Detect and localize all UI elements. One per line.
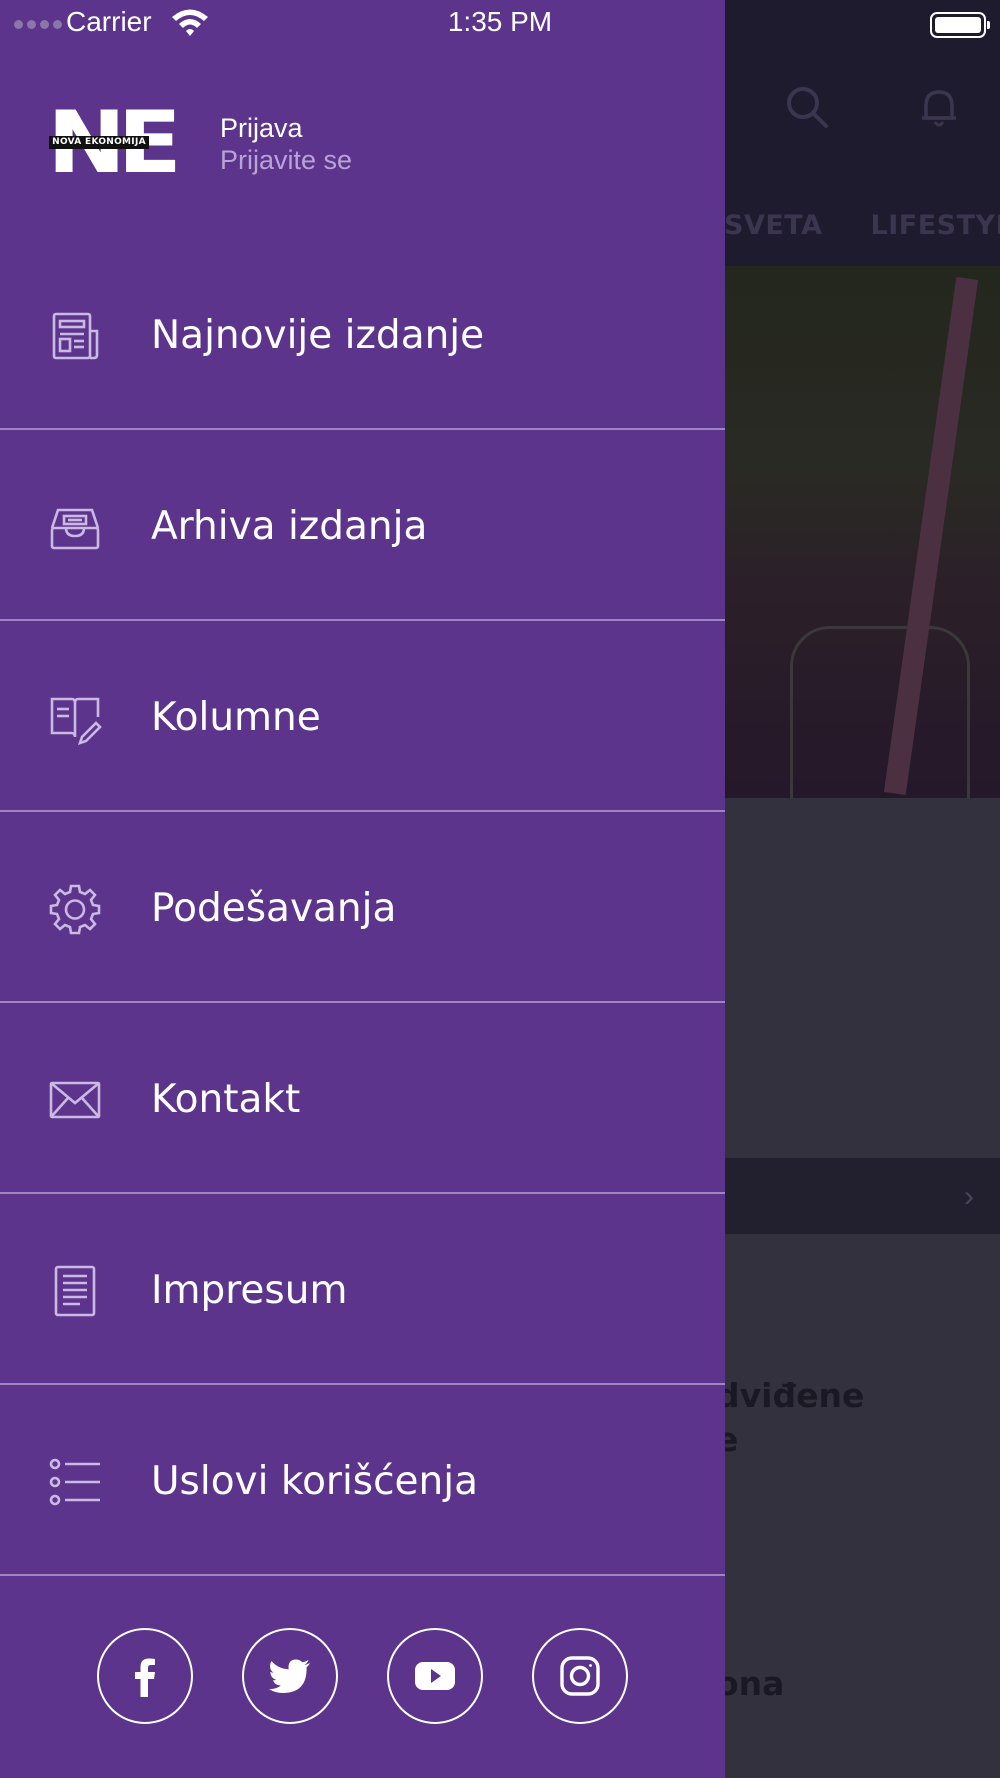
login-subtitle: Prijavite se	[220, 145, 353, 175]
side-drawer: NE NOVA EKONOMIJA Prijava Prijavite se N…	[0, 0, 725, 1778]
nova-ekonomija-logo[interactable]: NE NOVA EKONOMIJA	[47, 100, 182, 186]
youtube-icon	[415, 1662, 455, 1690]
menu-label: Kolumne	[151, 695, 321, 740]
instagram-button[interactable]	[532, 1628, 628, 1724]
menu-label: Arhiva izdanja	[151, 504, 428, 549]
menu-label: Uslovi korišćenja	[151, 1459, 479, 1504]
column-edit-icon	[50, 697, 102, 745]
drawer-menu: Najnovije izdanje Arhiva izdanja Kolumne	[0, 239, 725, 1576]
tab-lifestyle[interactable]: LIFESTYL	[871, 210, 1000, 241]
newspaper-icon	[52, 312, 99, 360]
search-icon[interactable]	[784, 84, 830, 130]
menu-label: Najnovije izdanje	[151, 313, 485, 358]
status-bar: Carrier 1:35 PM	[0, 0, 1000, 48]
twitter-icon	[269, 1659, 310, 1693]
twitter-button[interactable]	[242, 1628, 338, 1724]
bell-icon[interactable]	[916, 84, 962, 130]
menu-item-kontakt[interactable]: Kontakt	[0, 1003, 725, 1194]
menu-label: Podešavanja	[151, 886, 397, 931]
menu-label: Kontakt	[151, 1077, 301, 1122]
youtube-button[interactable]	[387, 1628, 483, 1724]
glass-shape	[790, 626, 970, 798]
instagram-icon	[560, 1656, 600, 1696]
menu-item-kolumne[interactable]: Kolumne	[0, 621, 725, 812]
tab-sveta[interactable]: SVETA	[724, 210, 823, 241]
facebook-icon	[135, 1658, 155, 1697]
menu-item-impresum[interactable]: Impresum	[0, 1194, 725, 1385]
battery-icon	[930, 12, 990, 38]
archive-icon	[50, 508, 100, 550]
menu-item-podesavanja[interactable]: Podešavanja	[0, 812, 725, 1003]
facebook-button[interactable]	[97, 1628, 193, 1724]
menu-item-arhiva-izdanja[interactable]: Arhiva izdanja	[0, 430, 725, 621]
background-headline[interactable]: dviđene e	[716, 1374, 864, 1462]
status-time: 1:35 PM	[447, 6, 553, 37]
envelope-icon	[49, 1081, 101, 1119]
gear-icon	[49, 884, 101, 935]
background-tabs: SVETA LIFESTYL	[724, 210, 1000, 241]
login-link[interactable]: Prijava Prijavite se	[220, 112, 352, 176]
list-icon	[49, 1458, 100, 1506]
chevron-right-icon: ›	[964, 1180, 974, 1213]
document-icon	[54, 1265, 96, 1317]
login-title: Prijava	[220, 113, 303, 143]
menu-item-uslovi-koriscenja[interactable]: Uslovi korišćenja	[0, 1385, 725, 1576]
menu-item-najnovije-izdanje[interactable]: Najnovije izdanje	[0, 239, 725, 430]
menu-label: Impresum	[151, 1268, 348, 1313]
background-headline-2[interactable]: ona	[716, 1662, 784, 1706]
